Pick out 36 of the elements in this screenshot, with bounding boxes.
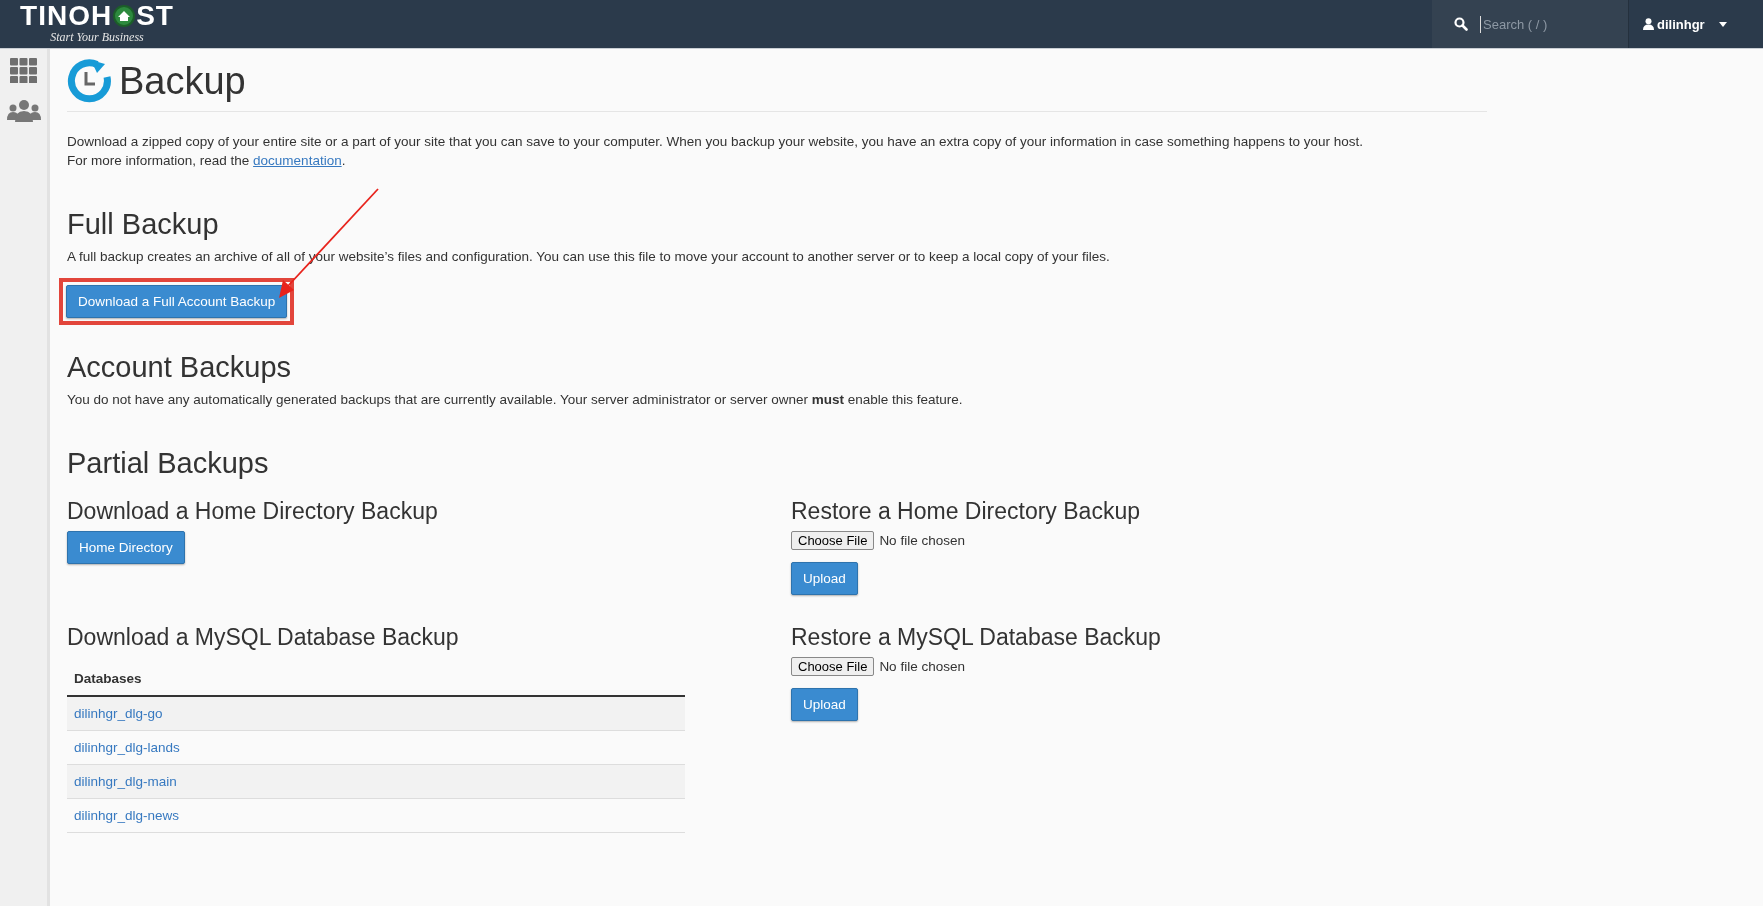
database-link[interactable]: dilinhgr_dlg-go	[74, 706, 163, 721]
page-title: Backup	[119, 59, 246, 103]
subsection-heading: Download a MySQL Database Backup	[67, 624, 459, 651]
house-icon	[113, 5, 136, 27]
upload-button[interactable]: Upload	[791, 688, 858, 721]
full-backup-button[interactable]: Download a Full Account Backup	[66, 285, 288, 318]
file-status: No file chosen	[879, 533, 965, 548]
logo-text: TINOH	[20, 2, 113, 30]
users-icon[interactable]	[6, 100, 41, 122]
choose-file-button[interactable]: Choose File	[791, 531, 875, 550]
section-heading: Full Backup	[67, 208, 219, 241]
database-link[interactable]: dilinhgr_dlg-main	[74, 774, 177, 789]
apps-grid-icon[interactable]	[10, 58, 37, 83]
subsection-heading: Download a Home Directory Backup	[67, 498, 438, 525]
intro-text: .	[341, 153, 346, 168]
subsection-heading: Restore a MySQL Database Backup	[791, 624, 1161, 651]
home-directory-button[interactable]: Home Directory	[67, 531, 185, 564]
upload-button[interactable]: Upload	[791, 562, 858, 595]
search-icon	[1454, 17, 1468, 31]
caret-icon[interactable]	[1718, 21, 1727, 27]
database-link[interactable]: dilinhgr_dlg-news	[74, 808, 180, 823]
section-heading: Account Backups	[67, 351, 292, 384]
intro-text: Download a zipped copy of your entire site or a part of your site that you can save to your computer. When you backup your website, you have an extra copy of your information in case something happens to your host.	[67, 133, 1364, 151]
subsection-heading: Restore a Home Directory Backup	[791, 498, 1140, 525]
documentation-link[interactable]: documentation	[253, 153, 342, 168]
user-icon	[1643, 18, 1654, 30]
user-menu[interactable]: dilinhgr	[1657, 16, 1705, 32]
file-status: No file chosen	[879, 659, 965, 674]
section-description: You do not have any automatically generated backups that are currently available. Your server administrator or server owner must enable this feature.	[67, 391, 964, 409]
section-heading: Partial Backups	[67, 447, 269, 480]
intro-text: For more information, read the	[67, 153, 251, 168]
backup-clock-icon	[67, 59, 111, 103]
database-link[interactable]: dilinhgr_dlg-lands	[74, 740, 180, 755]
logo-text: ST	[136, 2, 174, 30]
choose-file-button[interactable]: Choose File	[791, 657, 875, 676]
logo-tagline: Start Your Business	[50, 30, 144, 45]
